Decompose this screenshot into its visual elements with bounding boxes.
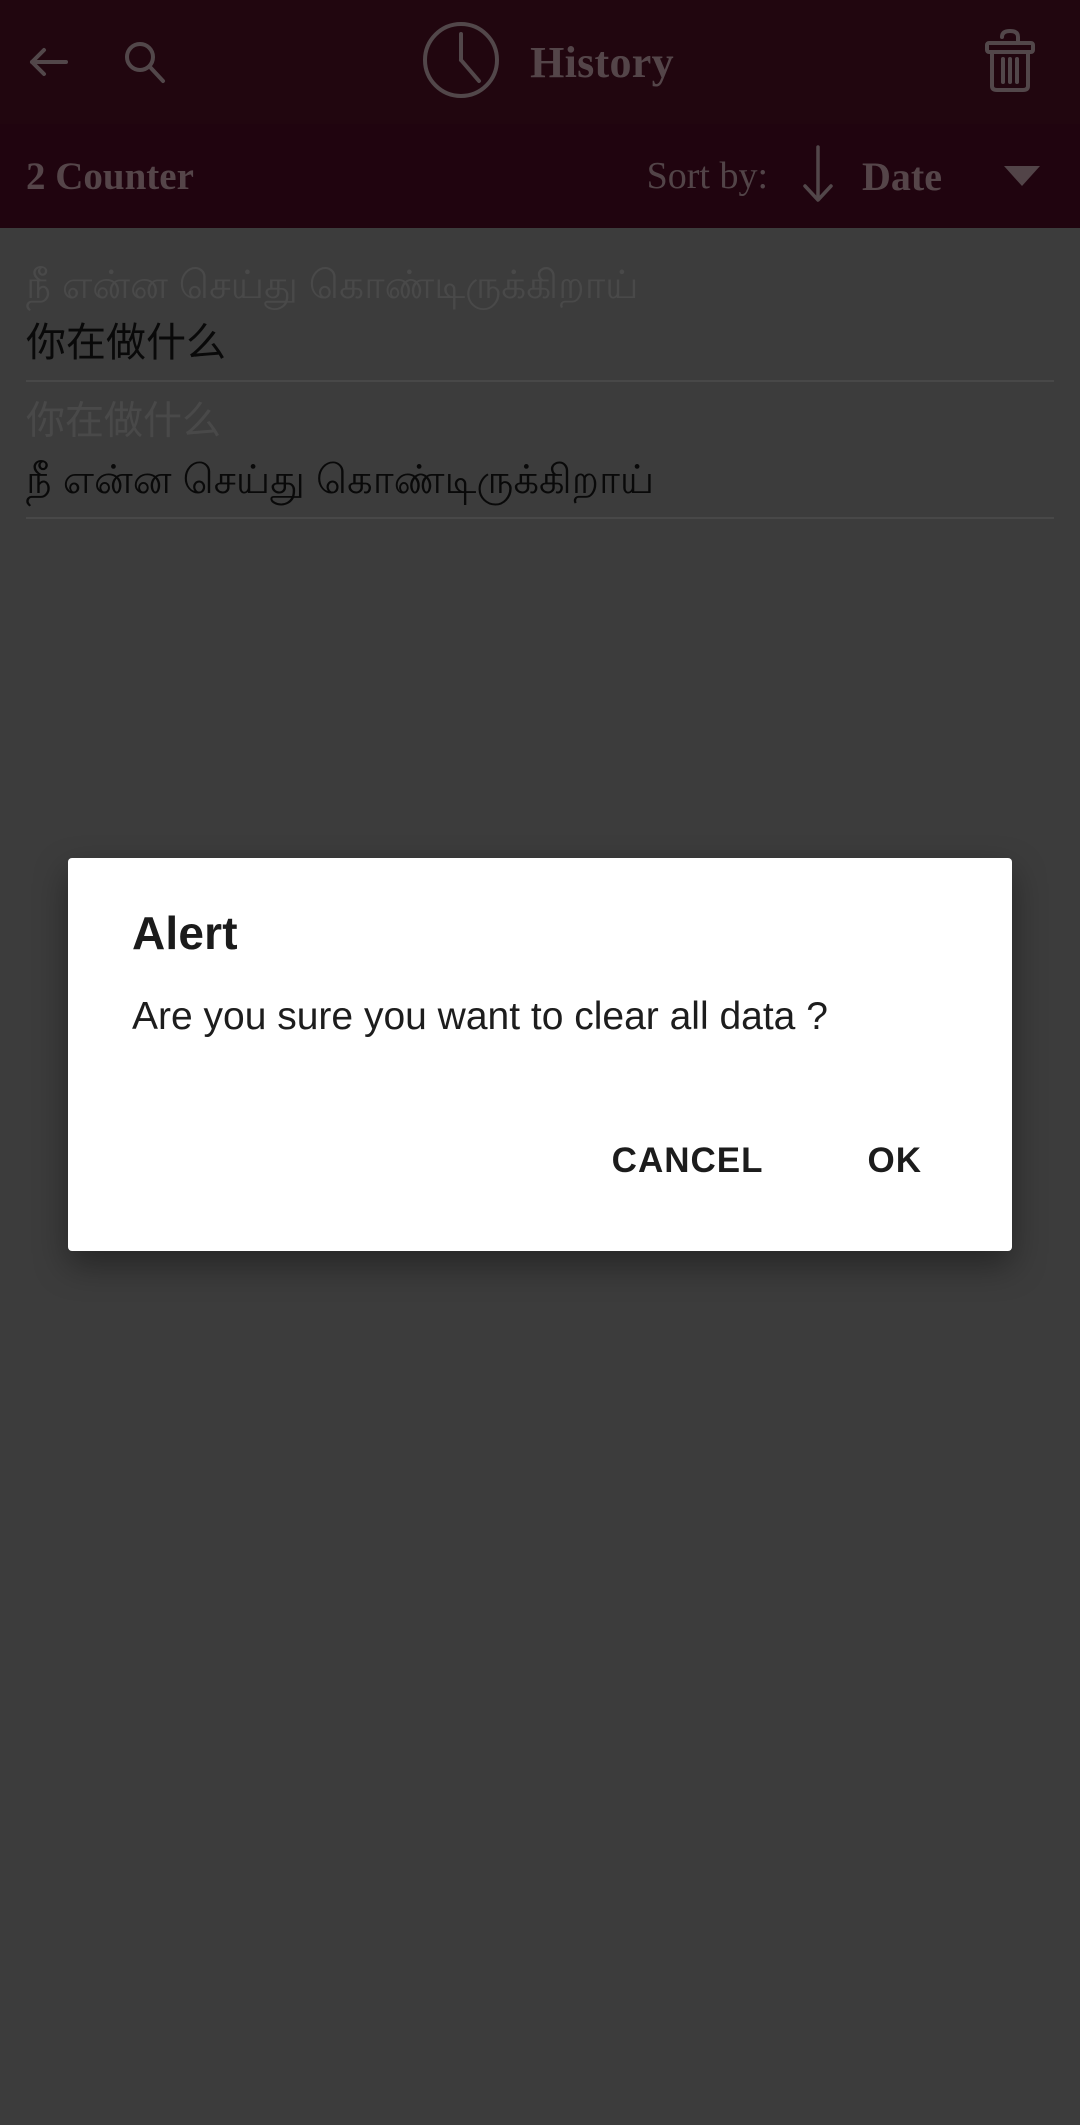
alert-dialog: Alert Are you sure you want to clear all…: [68, 858, 1012, 1251]
history-target-text: நீ என்ன செய்து கொண்டிருக்கிறாய்: [26, 457, 655, 502]
sort-control[interactable]: Sort by: Date: [647, 144, 1054, 208]
dialog-title: Alert: [132, 907, 238, 959]
clear-all-button[interactable]: [940, 26, 1080, 99]
dialog-actions: CANCEL OK: [132, 1131, 948, 1223]
page-title: History: [530, 37, 674, 87]
sort-bar: 2 Counter Sort by: Date: [0, 124, 1080, 228]
sort-direction-button[interactable]: [796, 144, 840, 208]
history-target-text: 你在做什么: [26, 321, 226, 366]
list-divider: [26, 516, 1054, 519]
list-item[interactable]: நீ என்ன செய்து கொண்டிருக்கிறாய் 你在做什么: [0, 246, 1080, 370]
history-source-text: 你在做什么: [26, 400, 222, 444]
counter-label: 2 Counter: [26, 154, 194, 198]
history-source-text: நீ என்ன செய்து கொண்டிருக்கிறாய்: [26, 264, 639, 307]
sort-value[interactable]: Date: [862, 153, 942, 200]
back-button[interactable]: [0, 0, 96, 124]
app-bar-title-group: History: [152, 17, 940, 108]
clock-icon: [418, 17, 504, 108]
sort-by-label: Sort by:: [646, 155, 769, 197]
cancel-button[interactable]: CANCEL: [594, 1131, 782, 1191]
ok-button[interactable]: OK: [850, 1131, 941, 1191]
app-bar: History: [0, 0, 1080, 124]
dialog-message: Are you sure you want to clear all data …: [132, 995, 828, 1038]
arrow-left-icon: [20, 34, 76, 90]
trash-icon: [979, 26, 1041, 99]
app-screen: History 2 Counter Sort by: Date நீ என்ன …: [0, 0, 1080, 2125]
caret-down-icon[interactable]: [1004, 166, 1040, 186]
list-item[interactable]: 你在做什么 நீ என்ன செய்து கொண்டிருக்கிறாய்: [0, 382, 1080, 506]
arrow-down-icon: [798, 143, 838, 210]
